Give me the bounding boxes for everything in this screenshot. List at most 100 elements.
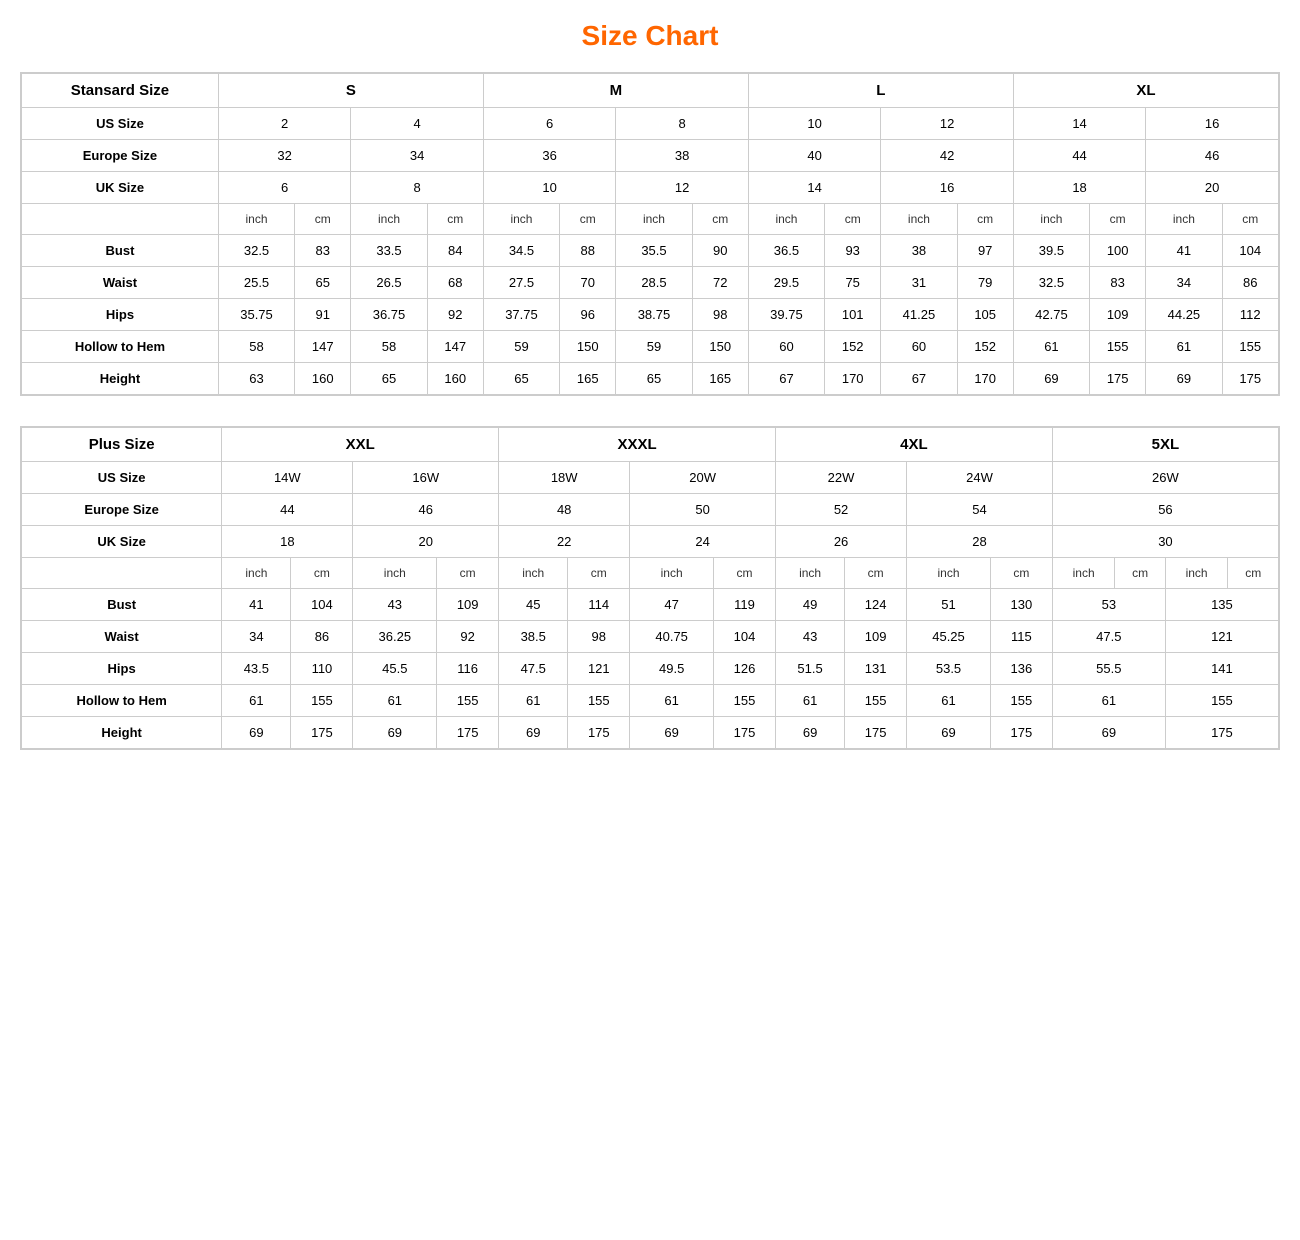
plus-size-table: Plus Size XXL XXXL 4XL 5XL US Size 14W 1… [20, 426, 1280, 750]
uk-size-8: 8 [351, 172, 483, 204]
eu-size-46: 46 [1146, 140, 1279, 172]
size-s-header: S [218, 74, 483, 108]
plus-unit-cm-1: cm [291, 558, 353, 589]
uk-size-12: 12 [616, 172, 748, 204]
plus-ht-69-7: 69 [1052, 717, 1165, 749]
waist-34: 34 [1146, 267, 1222, 299]
plus-ht-69-4: 69 [630, 717, 714, 749]
hips-37.75: 37.75 [483, 299, 559, 331]
plus-h2h-61-1: 61 [222, 685, 291, 717]
plus-ht-175-5: 175 [845, 717, 907, 749]
ht-175-2: 175 [1222, 363, 1279, 395]
us-24w: 24W [907, 462, 1053, 494]
plus-h2h-61-4: 61 [630, 685, 714, 717]
waist-28.5: 28.5 [616, 267, 692, 299]
us-size-2: 2 [218, 108, 350, 140]
hips-105: 105 [957, 299, 1013, 331]
plus-bust-49: 49 [775, 589, 844, 621]
ht-160-2: 160 [427, 363, 483, 395]
plus-bust-130: 130 [990, 589, 1052, 621]
waist-25.5: 25.5 [218, 267, 294, 299]
eu-size-44: 44 [1013, 140, 1145, 172]
hips-112: 112 [1222, 299, 1279, 331]
ht-175-1: 175 [1090, 363, 1146, 395]
bust-35.5: 35.5 [616, 235, 692, 267]
plus-unit-inch-8: inch [1165, 558, 1228, 589]
plus-hips-126: 126 [714, 653, 776, 685]
ht-65-2: 65 [483, 363, 559, 395]
plus-hips-116: 116 [437, 653, 499, 685]
hips-36.75: 36.75 [351, 299, 427, 331]
waist-32.5: 32.5 [1013, 267, 1089, 299]
plus-unit-inch-7: inch [1052, 558, 1115, 589]
europe-size-label: Europe Size [22, 140, 219, 172]
plus-waist-43: 43 [775, 621, 844, 653]
eu-size-32: 32 [218, 140, 350, 172]
plus-waist-121: 121 [1165, 621, 1278, 653]
hips-39.75: 39.75 [748, 299, 824, 331]
eu-size-36: 36 [483, 140, 615, 172]
plus-eu-48: 48 [499, 494, 630, 526]
standard-size-table: Stansard Size S M L XL US Size 2 4 6 8 1… [20, 72, 1280, 396]
h2h-152-2: 152 [957, 331, 1013, 363]
plus-hips-110: 110 [291, 653, 353, 685]
hollow-to-hem-label: Hollow to Hem [22, 331, 219, 363]
plus-unit-inch-6: inch [907, 558, 991, 589]
plus-bust-135: 135 [1165, 589, 1278, 621]
eu-size-34: 34 [351, 140, 483, 172]
plus-hips-53.5: 53.5 [907, 653, 991, 685]
waist-31: 31 [881, 267, 957, 299]
plus-eu-44: 44 [222, 494, 353, 526]
h2h-147-2: 147 [427, 331, 483, 363]
size-xxl-header: XXL [222, 428, 499, 462]
plus-uk-20: 20 [353, 526, 499, 558]
eu-size-42: 42 [881, 140, 1013, 172]
plus-unit-cm-6: cm [990, 558, 1052, 589]
plus-unit-inch-3: inch [499, 558, 568, 589]
us-size-10: 10 [748, 108, 880, 140]
plus-ht-175-6: 175 [990, 717, 1052, 749]
us-size-16: 16 [1146, 108, 1279, 140]
ht-160-1: 160 [295, 363, 351, 395]
plus-h2h-61-3: 61 [499, 685, 568, 717]
h2h-60-2: 60 [881, 331, 957, 363]
plus-bust-119: 119 [714, 589, 776, 621]
us-size-8: 8 [616, 108, 748, 140]
plus-eu-46: 46 [353, 494, 499, 526]
plus-waist-86: 86 [291, 621, 353, 653]
size-l-header: L [748, 74, 1013, 108]
waist-29.5: 29.5 [748, 267, 824, 299]
plus-height-label: Height [22, 717, 222, 749]
uk-size-16: 16 [881, 172, 1013, 204]
h2h-60-1: 60 [748, 331, 824, 363]
plus-bust-label: Bust [22, 589, 222, 621]
plus-uk-30: 30 [1052, 526, 1278, 558]
plus-ht-69-5: 69 [775, 717, 844, 749]
size-4xl-header: 4XL [775, 428, 1052, 462]
plus-waist-109: 109 [845, 621, 907, 653]
us-20w: 20W [630, 462, 776, 494]
us-size-label: US Size [22, 108, 219, 140]
plus-unit-cm-4: cm [714, 558, 776, 589]
plus-hips-55.5: 55.5 [1052, 653, 1165, 685]
plus-us-size-label: US Size [22, 462, 222, 494]
ht-69-2: 69 [1146, 363, 1222, 395]
hips-98: 98 [692, 299, 748, 331]
bust-97: 97 [957, 235, 1013, 267]
us-size-12: 12 [881, 108, 1013, 140]
bust-33.5: 33.5 [351, 235, 427, 267]
hips-44.25: 44.25 [1146, 299, 1222, 331]
waist-label: Waist [22, 267, 219, 299]
plus-hips-141: 141 [1165, 653, 1278, 685]
bust-32.5: 32.5 [218, 235, 294, 267]
us-size-4: 4 [351, 108, 483, 140]
plus-bust-51: 51 [907, 589, 991, 621]
plus-h2h-155-3: 155 [568, 685, 630, 717]
plus-eu-52: 52 [775, 494, 906, 526]
ht-67-1: 67 [748, 363, 824, 395]
bust-label: Bust [22, 235, 219, 267]
bust-100: 100 [1090, 235, 1146, 267]
uk-size-10: 10 [483, 172, 615, 204]
unit-cm-5: cm [825, 204, 881, 235]
plus-waist-92: 92 [437, 621, 499, 653]
